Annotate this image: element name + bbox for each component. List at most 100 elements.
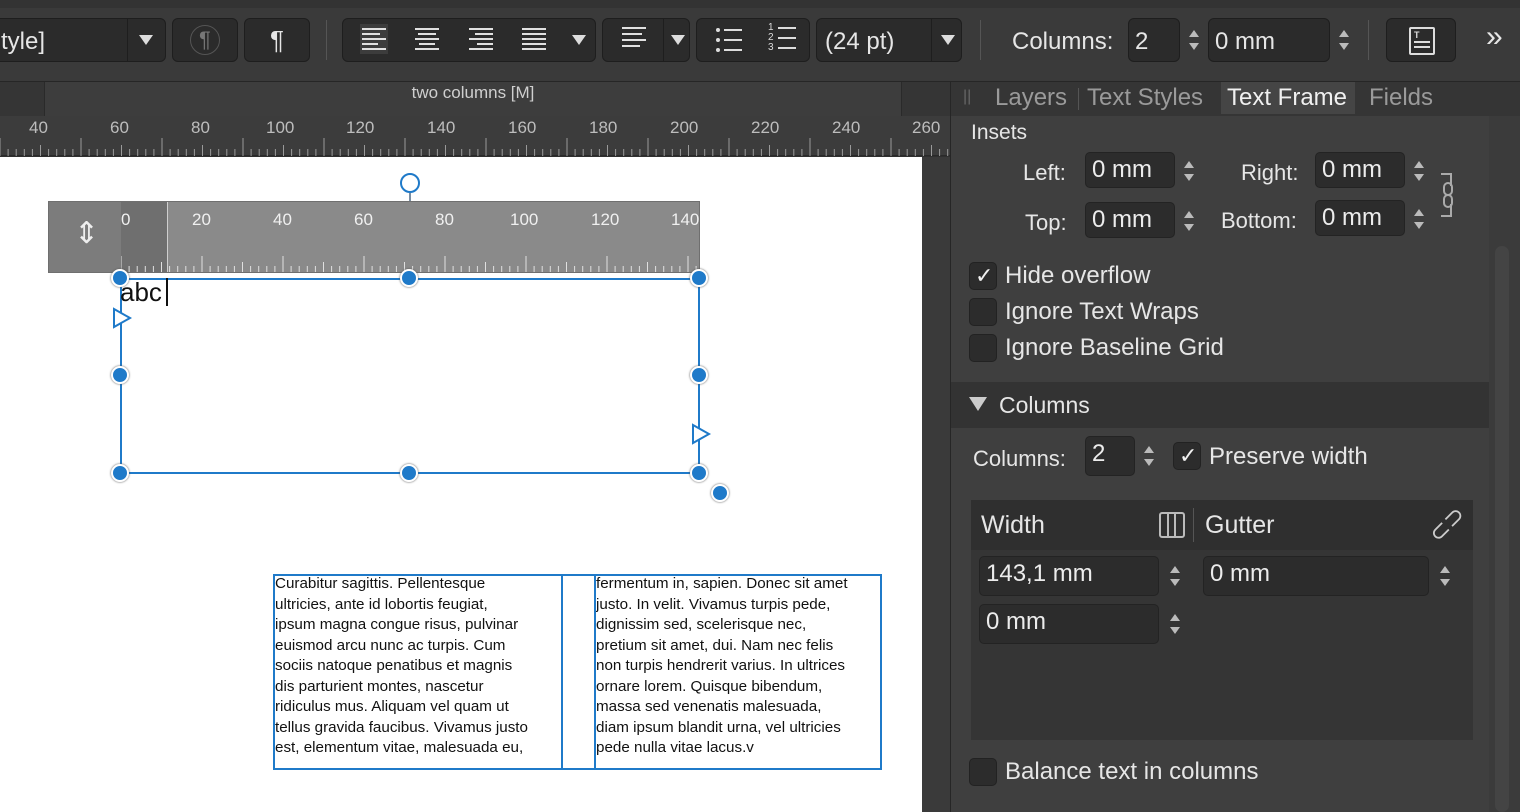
text-frame-options-button[interactable]: T — [1386, 18, 1456, 62]
align-center-button[interactable] — [414, 28, 440, 52]
two-column-text-frame[interactable]: Curabitur sagittis. Pellentesque ultrici… — [273, 574, 882, 770]
frame-ruler-label: 140 — [671, 210, 700, 229]
show-special-chars-button[interactable]: ¶ — [244, 18, 310, 62]
selected-text-frame[interactable]: abc — [120, 277, 700, 474]
tab-fields[interactable]: Fields — [1369, 82, 1433, 114]
inset-top-label: Top: — [1025, 210, 1067, 235]
text-line: fermentum in, sapien. Donec sit amet — [596, 575, 848, 592]
ignore-text-wraps-checkbox[interactable] — [969, 298, 997, 326]
inset-top-stepper[interactable] — [1179, 199, 1199, 243]
resize-handle-top-right[interactable] — [690, 269, 708, 287]
column-widths-table: Width Gutter ⊂⊃ 143,1 mm 0 mm 0 mm — [971, 500, 1473, 740]
text-line: dis parturient montes, nascetur — [275, 677, 484, 695]
panel-columns-input[interactable]: 2 — [1085, 436, 1135, 476]
chevron-down-icon — [941, 35, 955, 45]
resize-handle-bottom-left[interactable] — [111, 464, 129, 482]
resize-handle-bottom[interactable] — [400, 464, 418, 482]
align-left-button[interactable] — [360, 24, 388, 54]
tab-layers[interactable]: Layers — [995, 82, 1067, 114]
paragraph-spacing-dropdown[interactable]: (24 pt) — [816, 18, 962, 62]
gutter-width-stepper[interactable] — [1435, 554, 1455, 598]
align-right-button[interactable] — [468, 28, 494, 52]
ignore-baseline-grid-label: Ignore Baseline Grid — [1005, 334, 1224, 361]
document-tab[interactable]: two columns [M] — [44, 82, 902, 116]
preserve-width-label: Preserve width — [1209, 443, 1368, 470]
chevron-down-icon[interactable] — [572, 35, 586, 45]
resize-handle-left[interactable] — [111, 366, 129, 384]
frame-ruler-inset-marker[interactable] — [167, 202, 168, 272]
canvas-scroll-gutter[interactable] — [922, 157, 950, 812]
frame-ruler-handle[interactable]: ⇕ — [49, 202, 121, 272]
text-line: diam ipsum blandit urna, vel ultricies — [596, 718, 841, 736]
resize-handle-top[interactable] — [400, 269, 418, 287]
justify-button[interactable] — [521, 28, 547, 52]
document-page[interactable]: ⇕ 0 20 40 60 80 100 120 140 abc Curabitu… — [0, 157, 922, 812]
resize-handle-right[interactable] — [690, 366, 708, 384]
inset-top-input[interactable]: 0 mm — [1085, 202, 1175, 238]
inset-left-input[interactable]: 0 mm — [1085, 152, 1175, 188]
column-width-input[interactable]: 143,1 mm — [979, 556, 1159, 596]
link-insets-icon[interactable] — [1437, 172, 1457, 218]
show-special-chars-button-disabled[interactable]: ¶ — [172, 18, 238, 62]
text-line: ornare lorem. Quisque bibendum, — [596, 677, 823, 695]
panel-grip-icon[interactable]: || — [963, 88, 971, 106]
paragraph-spacing-value: (24 pt) — [825, 28, 895, 55]
gutter-width-input[interactable]: 0 mm — [1203, 556, 1429, 596]
dropdown-divider — [127, 19, 128, 61]
inset-bottom-input[interactable]: 0 mm — [1315, 200, 1405, 236]
column-1-text[interactable]: Curabitur sagittis. Pellentesque ultrici… — [275, 574, 565, 759]
inset-bottom-label: Bottom: — [1221, 208, 1297, 233]
ignore-baseline-grid-checkbox[interactable] — [969, 334, 997, 362]
hide-overflow-checkbox[interactable] — [969, 262, 997, 290]
balance-text-checkbox[interactable] — [969, 758, 997, 786]
resize-handle-bottom-right[interactable] — [690, 464, 708, 482]
pilcrow-icon: ¶ — [270, 25, 284, 55]
header-divider — [1193, 508, 1194, 542]
equal-widths-icon[interactable] — [1159, 512, 1185, 538]
rotation-handle[interactable] — [400, 173, 420, 193]
text-line: euismod arcu nunc ac turpis. Cum — [275, 636, 506, 654]
frame-ruler-label: 60 — [354, 210, 373, 229]
inset-right-input[interactable]: 0 mm — [1315, 152, 1405, 188]
columns-section-header[interactable]: Columns — [951, 382, 1489, 428]
corner-tool-handle[interactable] — [711, 484, 729, 502]
toolbar-separator — [1368, 20, 1369, 60]
horizontal-ruler[interactable]: 40 60 80 100 120 140 160 180 200 220 240… — [0, 116, 950, 156]
vertical-align-dropdown[interactable] — [602, 18, 690, 62]
column-width-input-2[interactable]: 0 mm — [979, 604, 1159, 644]
frame-ruler[interactable]: ⇕ 0 20 40 60 80 100 120 140 — [48, 201, 700, 273]
panel-scrollbar[interactable] — [1495, 246, 1509, 812]
insets-heading: Insets — [971, 121, 1028, 144]
resize-handle-top-left[interactable] — [111, 269, 129, 287]
column-2-text[interactable]: fermentum in, sapien. Donec sit amet jus… — [596, 574, 882, 759]
inset-left-stepper[interactable] — [1179, 149, 1199, 193]
toolbar-overflow-icon[interactable]: » — [1486, 22, 1503, 52]
paragraph-style-dropdown[interactable]: tyle] — [0, 18, 166, 62]
disclosure-triangle-icon — [969, 397, 987, 411]
toolbar-separator — [326, 20, 327, 60]
tab-text-frame[interactable]: Text Frame — [1221, 82, 1356, 114]
columns-stepper[interactable] — [1184, 18, 1204, 62]
bullet-list-button[interactable] — [716, 26, 744, 54]
inset-bottom-stepper[interactable] — [1409, 197, 1429, 241]
panel-columns-stepper[interactable] — [1139, 434, 1159, 478]
text-line: est, elementum vitae, malesuada eu, — [275, 739, 524, 756]
column-width-stepper-2[interactable] — [1165, 602, 1185, 646]
inset-right-stepper[interactable] — [1409, 149, 1429, 193]
tab-text-styles[interactable]: Text Styles — [1087, 82, 1203, 114]
column-gutter-input[interactable]: 0 mm — [1208, 18, 1330, 62]
text-flow-out-icon[interactable] — [690, 423, 712, 445]
column-width-value-2: 0 mm — [986, 608, 1046, 635]
dropdown-divider — [663, 19, 664, 61]
text-line: sociis natoque penatibus et magnis — [275, 657, 513, 674]
text-flow-in-icon[interactable] — [111, 307, 133, 329]
inset-bottom-value: 0 mm — [1322, 204, 1382, 231]
inset-right-label: Right: — [1241, 160, 1299, 185]
columns-input[interactable]: 2 — [1128, 18, 1180, 62]
column-gutter-stepper[interactable] — [1334, 18, 1354, 62]
column-width-stepper[interactable] — [1165, 554, 1185, 598]
preserve-width-checkbox[interactable] — [1173, 442, 1201, 470]
numbered-list-button[interactable]: 1 2 3 — [768, 22, 798, 54]
panel-columns-value: 2 — [1092, 440, 1106, 467]
gutter-width-value: 0 mm — [1210, 560, 1270, 587]
